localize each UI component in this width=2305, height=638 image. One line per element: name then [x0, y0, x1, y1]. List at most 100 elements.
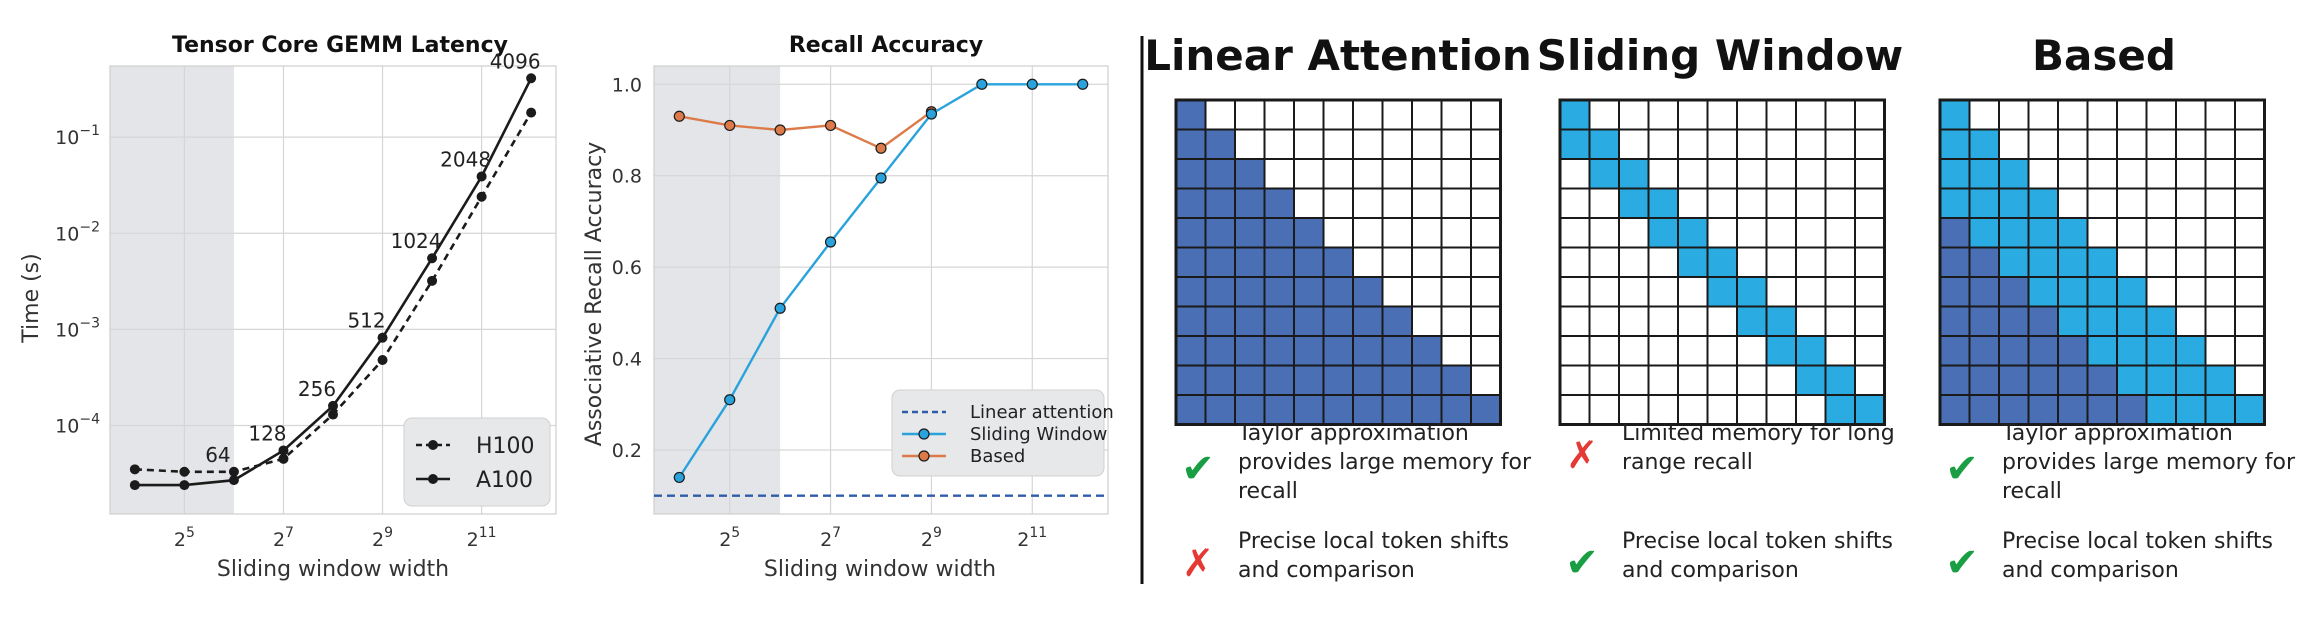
mask-cell [1559, 276, 1591, 308]
mask-cell [1677, 276, 1709, 308]
mask-cell [1293, 99, 1325, 131]
mask-cell [1381, 217, 1413, 249]
panel-note-line: and comparison [1238, 558, 1415, 583]
mask-cell [1559, 335, 1591, 367]
latency-x-tick: 27 [273, 525, 294, 551]
mask-cell [2057, 217, 2089, 249]
mask-cell [1175, 335, 1207, 367]
panel-causal: Linear Attention ✔ Taylor approximation pro… [1144, 31, 1532, 585]
mask-cell [2116, 99, 2148, 131]
mask-cell [2027, 364, 2059, 396]
mask-cell [1381, 364, 1413, 396]
mask-cell [2086, 158, 2118, 190]
mask-cell [1234, 99, 1266, 131]
mask-cell [1824, 246, 1856, 278]
latency-y-tick-base: 10 [55, 127, 79, 149]
mask-cell [1968, 187, 2000, 219]
latency-y-tick-exp: −2 [79, 219, 100, 235]
mask-cell [1559, 187, 1591, 219]
mask-cell [1588, 335, 1620, 367]
latency-y-tick: 10−2 [55, 219, 100, 245]
mask-cell [1470, 158, 1502, 190]
mask-cell [2204, 99, 2236, 131]
mask-cell [1706, 276, 1738, 308]
latency-legend-label-h100: H100 [476, 434, 535, 459]
mask-cell [1939, 217, 1971, 249]
mask-cell [1968, 276, 2000, 308]
recall-x-axis-label: Sliding window width [764, 557, 996, 582]
recall-point-sliding-window [976, 78, 988, 90]
mask-cell [1795, 158, 1827, 190]
latency-y-tick: 10−1 [55, 123, 100, 149]
recall-x-tick-exp: 9 [933, 525, 942, 541]
latency-point-h100 [179, 466, 190, 477]
mask-cell [1381, 128, 1413, 160]
latency-point-h100 [327, 409, 338, 420]
mask-cell [2116, 217, 2148, 249]
mask-cell [1939, 187, 1971, 219]
latency-point-label: 1024 [391, 229, 442, 253]
mask-cell [1322, 158, 1354, 190]
latency-x-tick-base: 2 [174, 529, 186, 551]
mask-cell [1352, 158, 1384, 190]
mask-cell [1939, 158, 1971, 190]
mask-cell [1234, 246, 1266, 278]
mask-cell [2116, 276, 2148, 308]
attention-pattern-panels: Linear Attention ✔ Taylor approximation pro… [1144, 31, 2296, 586]
mask-cell [1381, 158, 1413, 190]
mask-cell [1795, 128, 1827, 160]
mask-cell [1765, 364, 1797, 396]
recall-legend-label-sliding-window: Sliding Window [970, 424, 1107, 445]
recall-x-tick-base: 2 [921, 529, 933, 551]
mask-cell [1440, 246, 1472, 278]
latency-point-a100 [526, 73, 537, 84]
mask-cell [1618, 187, 1650, 219]
mask-cell [1411, 364, 1443, 396]
panel-title: Sliding Window [1537, 31, 1903, 80]
mask-cell [2086, 99, 2118, 131]
mask-cell [1647, 187, 1679, 219]
mask-cell [1588, 305, 1620, 337]
mask-cell [1588, 99, 1620, 131]
mask-cell [1559, 99, 1591, 131]
mask-cell [1968, 335, 2000, 367]
mask-cell [2234, 276, 2266, 308]
mask-cell [2145, 187, 2177, 219]
mask-cell [2234, 128, 2266, 160]
latency-y-tick-base: 10 [55, 319, 79, 341]
mask-cell [1470, 276, 1502, 308]
mask-cell [2027, 158, 2059, 190]
mask-cell [1293, 187, 1325, 219]
mask-cell [1381, 246, 1413, 278]
latency-point-h100 [476, 191, 487, 202]
mask-cell [1736, 305, 1768, 337]
mask-cell [2175, 305, 2207, 337]
mask-cell [2204, 187, 2236, 219]
mask-cell [1998, 128, 2030, 160]
mask-cell [1854, 335, 1886, 367]
mask-cell [1736, 217, 1768, 249]
mask-cell [1854, 99, 1886, 131]
recall-x-tick-exp: 7 [832, 525, 841, 541]
mask-cell [1736, 99, 1768, 131]
mask-cell [1677, 217, 1709, 249]
mask-cell [1854, 246, 1886, 278]
mask-cell [1854, 187, 1886, 219]
mask-cell [1411, 305, 1443, 337]
mask-cell [2086, 335, 2118, 367]
mask-cell [2175, 246, 2207, 278]
mask-cell [2116, 128, 2148, 160]
mask-cell [1293, 128, 1325, 160]
mask-cell [2234, 305, 2266, 337]
mask-cell [1559, 305, 1591, 337]
mask-cell [1824, 99, 1856, 131]
mask-cell [1677, 99, 1709, 131]
mask-cell [2204, 305, 2236, 337]
mask-cell [1588, 158, 1620, 190]
mask-cell [1559, 364, 1591, 396]
mask-cell [1968, 128, 2000, 160]
mask-cell [1175, 276, 1207, 308]
mask-cell [2086, 305, 2118, 337]
mask-cell [2027, 128, 2059, 160]
mask-cell [1706, 364, 1738, 396]
